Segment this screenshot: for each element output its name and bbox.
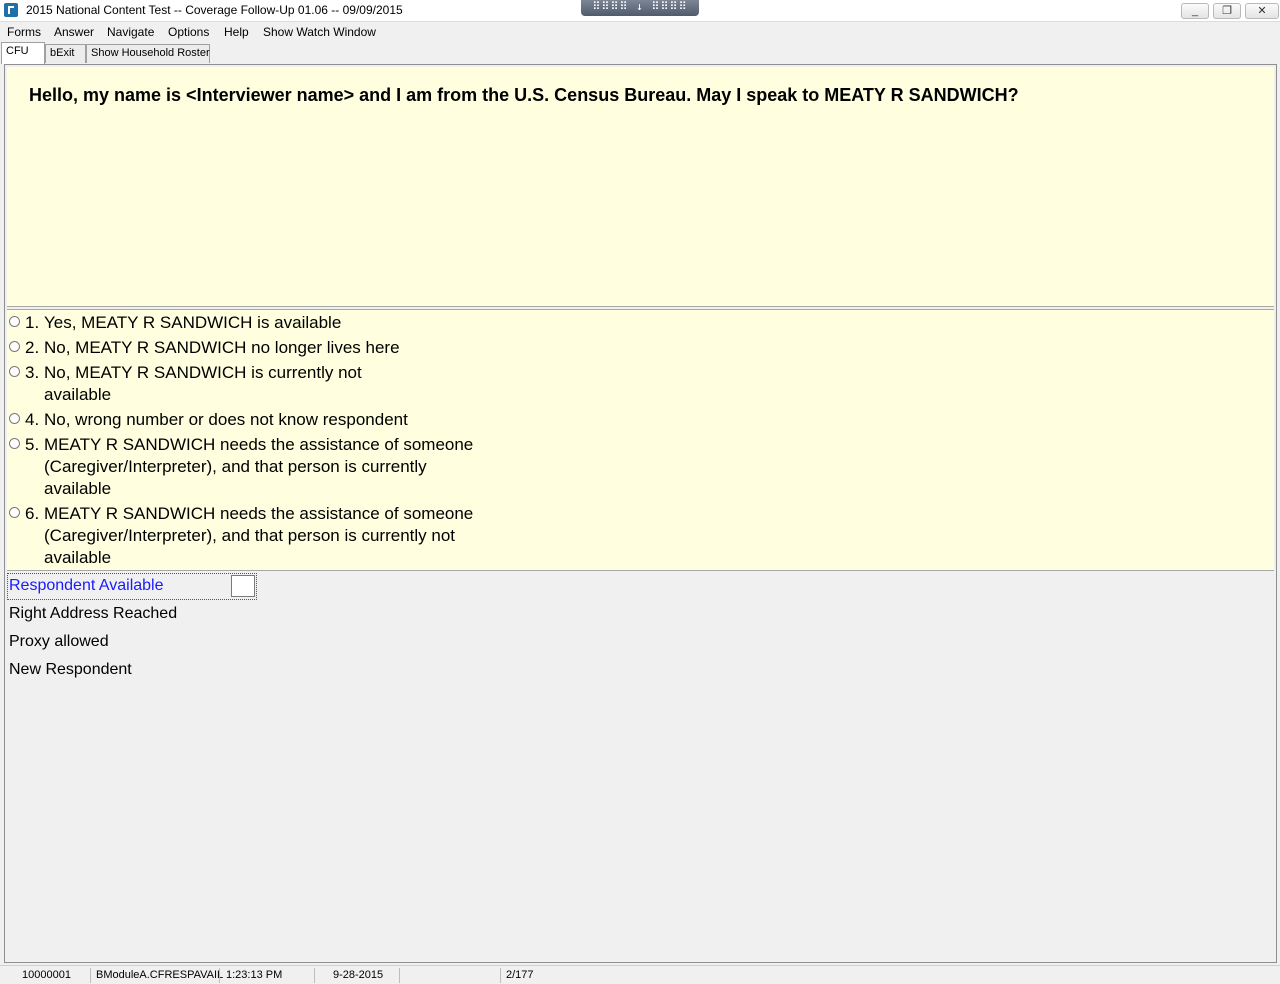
radio-button[interactable]	[9, 366, 20, 377]
answer-number: 2.	[25, 338, 40, 357]
status-divider	[500, 968, 501, 983]
status-divider	[314, 968, 315, 983]
answer-number: 6.	[25, 504, 40, 523]
status-divider	[90, 968, 91, 983]
status-page: 2/177	[506, 969, 534, 981]
radio-button[interactable]	[9, 507, 20, 518]
tab-cfu[interactable]: CFU	[1, 42, 45, 64]
remote-session-bar[interactable]: ⠿⠿⠿⠿ ↓ ⠿⠿⠿⠿	[581, 0, 699, 16]
status-date: 9-28-2015	[333, 969, 384, 981]
answer-number: 3.	[25, 363, 40, 382]
answer-number: 1.	[25, 313, 40, 332]
field-proxy-allowed[interactable]: Proxy allowed	[9, 633, 109, 651]
field-new-respondent[interactable]: New Respondent	[9, 661, 132, 679]
close-button[interactable]: ✕	[1245, 3, 1279, 19]
radio-button[interactable]	[9, 438, 20, 449]
radio-button[interactable]	[9, 316, 20, 327]
status-field-name: BModuleA.CFRESPAVAIL	[96, 969, 224, 981]
field-respondent-available[interactable]: Respondent Available	[9, 577, 164, 595]
menu-options[interactable]: Options	[168, 25, 209, 39]
status-case-id: 10000001	[22, 969, 71, 981]
answer-label: No, MEATY R SANDWICH no longer lives her…	[44, 338, 400, 357]
window-title: 2015 National Content Test -- Coverage F…	[26, 3, 403, 17]
minimize-button[interactable]: _	[1181, 3, 1209, 19]
radio-button[interactable]	[9, 413, 20, 424]
form-frame: Hello, my name is <Interviewer name> and…	[4, 64, 1277, 963]
menu-answer[interactable]: Answer	[54, 25, 94, 39]
tab-show-household-roster[interactable]: Show Household Roster	[86, 44, 210, 63]
answer-number: 5.	[25, 435, 40, 454]
answer-label: Yes, MEATY R SANDWICH is available	[44, 313, 342, 332]
answer-label: No, wrong number or does not know respon…	[44, 410, 408, 429]
answers-panel: 1. Yes, MEATY R SANDWICH is available 2.…	[7, 309, 1274, 571]
answer-label: MEATY R SANDWICH needs the assistance of…	[44, 435, 474, 498]
radio-button[interactable]	[9, 341, 20, 352]
status-divider	[399, 968, 400, 983]
menu-navigate[interactable]: Navigate	[107, 25, 154, 39]
status-divider	[219, 968, 220, 983]
tab-bar: CFU bExit Show Household Roster	[0, 42, 1280, 64]
status-bar: 10000001 BModuleA.CFRESPAVAIL 1:23:13 PM…	[0, 965, 1280, 984]
restore-button[interactable]: ❐	[1213, 3, 1241, 19]
question-text: Hello, my name is <Interviewer name> and…	[29, 85, 1019, 105]
respondent-available-input[interactable]	[231, 575, 255, 597]
app-icon	[4, 3, 18, 17]
answer-number: 4.	[25, 410, 40, 429]
menu-bar: Forms Answer Navigate Options Help Show …	[0, 22, 1280, 42]
menu-show-watch-window[interactable]: Show Watch Window	[263, 25, 376, 39]
status-time: 1:23:13 PM	[226, 969, 283, 981]
menu-forms[interactable]: Forms	[7, 25, 41, 39]
menu-help[interactable]: Help	[224, 25, 249, 39]
title-bar: 2015 National Content Test -- Coverage F…	[0, 0, 1280, 22]
field-right-address-reached[interactable]: Right Address Reached	[9, 605, 177, 623]
question-panel: Hello, my name is <Interviewer name> and…	[7, 67, 1274, 307]
answer-label: MEATY R SANDWICH needs the assistance of…	[44, 504, 474, 567]
field-list: Respondent Available Right Address Reach…	[7, 573, 607, 773]
answer-label: No, MEATY R SANDWICH is currently not av…	[44, 363, 362, 404]
tab-bexit[interactable]: bExit	[45, 44, 86, 63]
